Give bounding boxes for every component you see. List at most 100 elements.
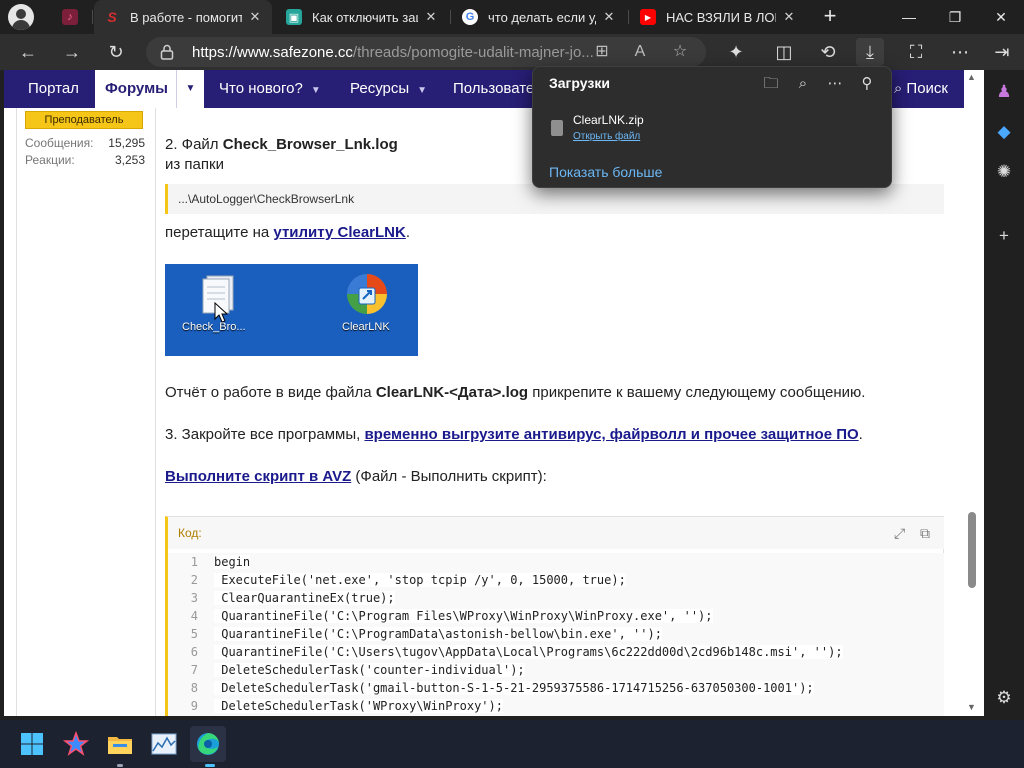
scroll-down-icon[interactable]: ▼ (967, 702, 976, 712)
code-label: Код: (178, 526, 202, 540)
favorite-star-icon[interactable]: ☆ (666, 38, 694, 66)
sidebar-toggle-icon[interactable]: ⇥ (988, 38, 1016, 66)
edge-logo-icon (197, 733, 219, 755)
start-button[interactable] (14, 726, 50, 762)
restore-button[interactable]: ❐ (932, 0, 978, 34)
read-aloud-icon[interactable]: A (626, 38, 654, 66)
line-number: 1 (190, 555, 198, 569)
tab-safezone[interactable]: S В работе - помогите ✕ (94, 0, 272, 34)
new-tab-button[interactable]: + (818, 4, 842, 28)
history-icon[interactable]: ⟲ (814, 38, 842, 66)
profile-avatar-icon[interactable] (8, 4, 34, 30)
folder-icon (108, 737, 132, 754)
clearlnk-utility-link[interactable]: утилиту ClearLNK (273, 224, 405, 241)
nav-portal[interactable]: Портал (18, 70, 89, 108)
close-tab-icon[interactable]: ✕ (424, 9, 438, 25)
minimize-button[interactable]: — (886, 0, 932, 34)
nav-whats-new-label: Что нового? (219, 80, 303, 97)
music-icon: ♪ (62, 9, 78, 25)
sidebar-settings-icon[interactable]: ⚙ (990, 684, 1018, 712)
tab-title: В работе - помогите (130, 9, 242, 25)
windows-taskbar (0, 720, 1024, 768)
code-text: QuarantineFile('C:\Program Files\WProxy\… (214, 609, 713, 623)
tab-how-to-disable[interactable]: ▣ Как отключить защи ✕ (276, 0, 448, 34)
avz-line: Выполните скрипт в AVZ (Файл - Выполнить… (165, 468, 547, 485)
code-text: ClearQuarantineEx(true); (214, 591, 395, 605)
nav-members[interactable]: Пользовате (443, 70, 544, 108)
run-avz-script-link[interactable]: Выполните скрипт в AVZ (165, 468, 351, 485)
pin-icon[interactable]: ⚲ (855, 73, 879, 95)
split-screen-icon[interactable]: ◫ (770, 38, 798, 66)
report-instruction: Отчёт о работе в виде файла ClearLNK-<Да… (165, 384, 865, 401)
chevron-down-icon[interactable]: ▼ (311, 85, 321, 96)
close-tab-icon[interactable]: ✕ (782, 9, 796, 25)
reactions-value: 3,253 (114, 153, 145, 167)
scrollbar-thumb[interactable] (968, 512, 976, 588)
url-host: https://www.safezone.cc (192, 44, 353, 61)
app-available-icon[interactable]: ⊞ (588, 38, 616, 66)
url-text[interactable]: https://www.safezone.cc/threads/pomogite… (192, 44, 594, 61)
tab-google-search[interactable]: G что делать если уда ✕ (452, 0, 626, 34)
profile-games-icon[interactable]: ♟ (990, 78, 1018, 106)
nav-resources[interactable]: Ресурсы ▼ (340, 70, 437, 108)
nav-whats-new[interactable]: Что нового? ▼ (209, 70, 331, 108)
forums-dropdown-icon[interactable]: ▼ (176, 70, 204, 108)
chevron-down-icon[interactable]: ▼ (417, 85, 427, 96)
downloads-title: Загрузки (549, 75, 610, 91)
expand-icon[interactable]: ⤢ (894, 517, 905, 549)
close-tab-icon[interactable]: ✕ (248, 9, 262, 25)
taskbar-app-paint-icon[interactable] (58, 726, 94, 762)
more-options-icon[interactable]: ⋯ (823, 73, 847, 95)
line-number: 3 (190, 591, 198, 605)
user-role-badge: Преподаватель (25, 111, 143, 129)
code-text: DeleteSchedulerTask('WProxy\WinProxy'); (214, 699, 503, 713)
nav-forums[interactable]: Форумы (95, 70, 177, 108)
lock-icon[interactable] (160, 44, 174, 60)
tab-music[interactable]: ♪ (52, 0, 92, 34)
post-content: 2. Файл Check_Browser_Lnk.log из папки .… (165, 108, 945, 716)
youtube-icon: ▶ (640, 9, 656, 25)
tab-strip: ♪ S В работе - помогите ✕ ▣ Как отключит… (0, 0, 1024, 34)
screenshot-icon[interactable]: ⛶ (902, 38, 930, 66)
windows-logo-icon (21, 733, 43, 755)
add-sidebar-app-icon[interactable]: + (990, 222, 1018, 250)
line-number: 5 (190, 627, 198, 641)
close-tab-icon[interactable]: ✕ (602, 9, 616, 25)
messages-label: Сообщения: (25, 136, 94, 150)
resource-monitor-icon[interactable] (146, 726, 182, 762)
page-scrollbar[interactable]: ▲ ▼ (964, 70, 980, 716)
messages-value: 15,295 (108, 136, 145, 150)
star-app-icon (63, 731, 89, 756)
search-icon: ⌕ (893, 80, 907, 97)
extensions-icon[interactable]: ✦ (722, 38, 750, 66)
copy-icon[interactable]: ⧉ (920, 517, 930, 549)
code-body[interactable]: 1 begin 2 ExecuteFile('net.exe', 'stop tcp… (168, 553, 944, 716)
more-options-icon[interactable]: ⋯ (946, 38, 974, 66)
close-window-button[interactable]: ✕ (978, 0, 1024, 34)
tab-separator (628, 10, 629, 24)
tab-separator (92, 10, 93, 24)
code-text: begin (214, 555, 251, 569)
search-icon[interactable]: ⌕ (791, 73, 815, 95)
refresh-button[interactable]: ↻ (102, 38, 130, 66)
download-file-name[interactable]: ClearLNK.zip (573, 113, 644, 127)
scroll-up-icon[interactable]: ▲ (967, 72, 976, 82)
folder-path-quote: ...\AutoLogger\CheckBrowserLnk (165, 184, 944, 214)
copilot-icon[interactable]: ◆ (990, 118, 1018, 146)
line-number: 9 (190, 699, 198, 713)
edge-browser-icon[interactable] (190, 726, 226, 762)
step2-prefix: 2. Файл (165, 136, 223, 153)
back-button[interactable]: ← (14, 38, 42, 66)
file-explorer-icon[interactable] (102, 726, 138, 762)
address-bar[interactable]: https://www.safezone.cc/threads/pomogite… (146, 37, 706, 67)
forward-button[interactable]: → (58, 38, 86, 66)
disable-antivirus-link[interactable]: временно выгрузите антивирус, файрволл и… (364, 426, 858, 443)
open-folder-icon[interactable]: 🗀 (759, 73, 783, 95)
nav-search[interactable]: ⌕ Поиск (894, 70, 948, 108)
active-indicator (205, 764, 215, 767)
downloads-icon[interactable]: ⤓ (856, 38, 884, 66)
openai-icon[interactable]: ✺ (990, 158, 1018, 186)
tab-youtube[interactable]: ▶ НАС ВЗЯЛИ В ЛОВУ ✕ (630, 0, 806, 34)
open-file-link[interactable]: Открыть файл (573, 131, 640, 142)
show-more-link[interactable]: Показать больше (549, 164, 662, 180)
